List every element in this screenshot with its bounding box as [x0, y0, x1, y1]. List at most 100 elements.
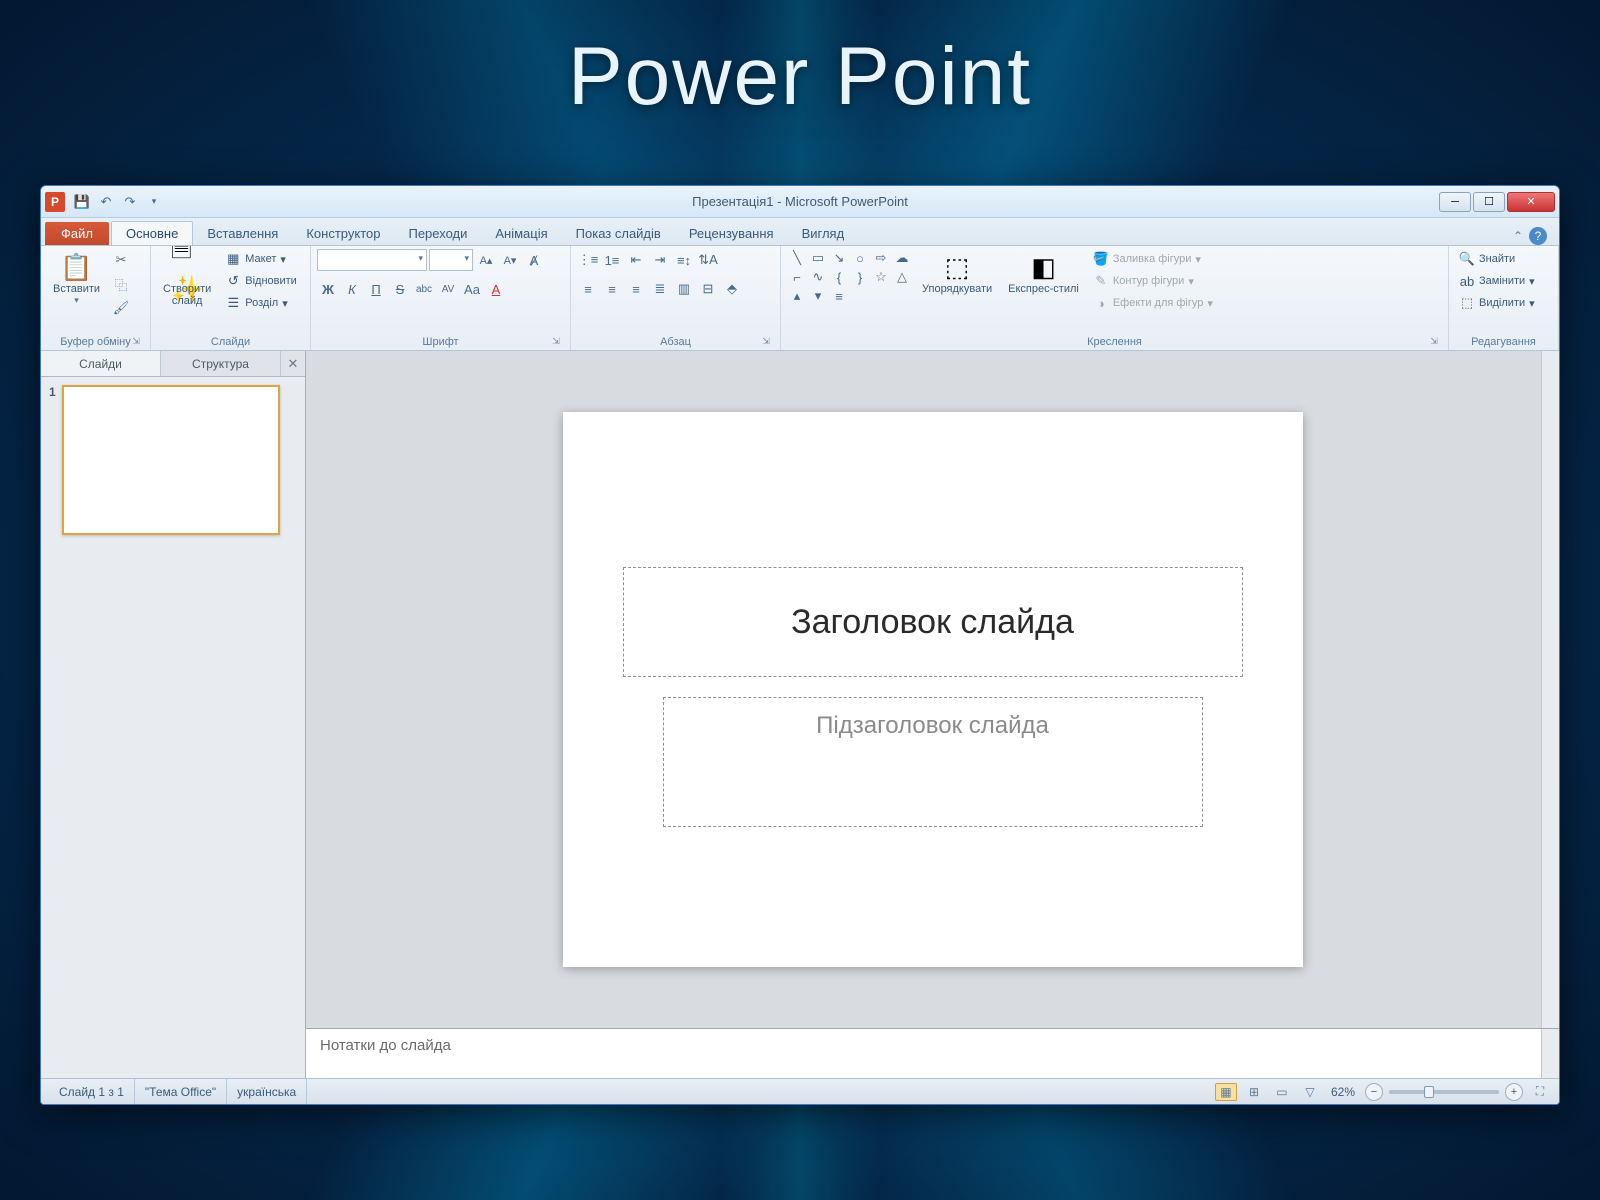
notes-scrollbar[interactable] — [1541, 1029, 1559, 1078]
app-icon[interactable]: P — [45, 192, 65, 212]
font-launcher-icon[interactable]: ⇲ — [550, 336, 562, 348]
font-size-combo[interactable] — [429, 249, 473, 271]
qat-customize-icon[interactable]: ▾ — [143, 191, 165, 213]
shape-brace-r-icon[interactable]: } — [850, 268, 870, 286]
section-button[interactable]: ☰Розділ ▾ — [221, 293, 301, 313]
close-button[interactable]: ✕ — [1507, 192, 1555, 212]
shadow-icon[interactable]: abc — [413, 278, 435, 300]
shape-outline-button[interactable]: ✎Контур фігури ▾ — [1089, 271, 1217, 291]
zoom-out-button[interactable]: − — [1365, 1083, 1383, 1101]
subtitle-placeholder[interactable]: Підзаголовок слайда — [663, 697, 1203, 827]
font-name-combo[interactable] — [317, 249, 427, 271]
view-reading-icon[interactable]: ▭ — [1271, 1083, 1293, 1101]
shape-triangle-icon[interactable]: △ — [892, 268, 912, 286]
shape-cloud-icon[interactable]: ☁ — [892, 249, 912, 267]
view-normal-icon[interactable]: ▦ — [1215, 1083, 1237, 1101]
shape-star-icon[interactable]: ☆ — [871, 268, 891, 286]
select-button[interactable]: ⬚Виділити ▾ — [1455, 293, 1539, 313]
new-slide-button[interactable]: 🗎✨ Створити слайд — [157, 249, 217, 309]
tab-animations[interactable]: Анімація — [481, 222, 561, 245]
title-placeholder[interactable]: Заголовок слайда — [623, 567, 1243, 677]
canvas-area[interactable]: Заголовок слайда Підзаголовок слайда — [306, 351, 1559, 1028]
char-spacing-icon[interactable]: AV — [437, 278, 459, 300]
tab-view[interactable]: Вигляд — [788, 222, 859, 245]
pane-close-icon[interactable]: ✕ — [281, 351, 305, 376]
replace-button[interactable]: abЗамінити ▾ — [1455, 271, 1539, 291]
underline-icon[interactable]: П — [365, 278, 387, 300]
shape-fill-button[interactable]: 🪣Заливка фігури ▾ — [1089, 249, 1217, 269]
minimize-ribbon-icon[interactable]: ⌃ — [1513, 229, 1523, 243]
zoom-slider[interactable] — [1389, 1090, 1499, 1094]
drawing-launcher-icon[interactable]: ⇲ — [1428, 336, 1440, 348]
line-spacing-icon[interactable]: ≡↕ — [673, 249, 695, 271]
shapes-gallery[interactable]: ╲ ▭ ↘ ○ ⇨ ☁ ⌐ ∿ { } ☆ △ ▴ ▾ ≡ — [787, 249, 912, 305]
shape-scroll-down-icon[interactable]: ▾ — [808, 287, 828, 305]
status-slide-count[interactable]: Слайд 1 з 1 — [49, 1079, 135, 1104]
undo-icon[interactable]: ↶ — [95, 191, 117, 213]
numbering-icon[interactable]: 1≡ — [601, 249, 623, 271]
shape-block-arrow-icon[interactable]: ⇨ — [871, 249, 891, 267]
paragraph-launcher-icon[interactable]: ⇲ — [760, 336, 772, 348]
columns-icon[interactable]: ▥ — [673, 278, 695, 300]
align-text-icon[interactable]: ⊟ — [697, 278, 719, 300]
pane-tab-outline[interactable]: Структура — [161, 351, 281, 376]
view-sorter-icon[interactable]: ⊞ — [1243, 1083, 1265, 1101]
bullets-icon[interactable]: ⋮≡ — [577, 249, 599, 271]
indent-inc-icon[interactable]: ⇥ — [649, 249, 671, 271]
italic-icon[interactable]: К — [341, 278, 363, 300]
status-theme[interactable]: "Тема Office" — [135, 1079, 227, 1104]
reset-button[interactable]: ↺Відновити — [221, 271, 301, 291]
redo-icon[interactable]: ↷ — [119, 191, 141, 213]
layout-button[interactable]: ▦Макет ▾ — [221, 249, 301, 269]
tab-file[interactable]: Файл — [45, 222, 109, 245]
help-icon[interactable]: ? — [1529, 227, 1547, 245]
tab-slideshow[interactable]: Показ слайдів — [562, 222, 675, 245]
cut-icon[interactable]: ✂ — [110, 249, 132, 271]
bold-icon[interactable]: Ж — [317, 278, 339, 300]
strike-icon[interactable]: S — [389, 278, 411, 300]
vertical-scrollbar[interactable] — [1541, 351, 1559, 1028]
maximize-button[interactable]: ☐ — [1473, 192, 1505, 212]
zoom-in-button[interactable]: + — [1505, 1083, 1523, 1101]
font-color-icon[interactable]: A — [485, 278, 507, 300]
zoom-slider-thumb[interactable] — [1424, 1086, 1434, 1098]
view-slideshow-icon[interactable]: ▽ — [1299, 1083, 1321, 1101]
align-center-icon[interactable]: ≡ — [601, 278, 623, 300]
tab-review[interactable]: Рецензування — [675, 222, 788, 245]
align-right-icon[interactable]: ≡ — [625, 278, 647, 300]
shape-rect-icon[interactable]: ▭ — [808, 249, 828, 267]
align-left-icon[interactable]: ≡ — [577, 278, 599, 300]
format-painter-icon[interactable]: 🖌 — [110, 297, 132, 319]
fit-window-icon[interactable]: ⛶ — [1529, 1083, 1551, 1101]
slide-thumbnail[interactable] — [62, 385, 280, 535]
status-language[interactable]: українська — [227, 1079, 307, 1104]
tab-design[interactable]: Конструктор — [292, 222, 394, 245]
clipboard-launcher-icon[interactable]: ⇲ — [130, 336, 142, 348]
slide-canvas[interactable]: Заголовок слайда Підзаголовок слайда — [563, 412, 1303, 967]
find-button[interactable]: 🔍Знайти — [1455, 249, 1539, 269]
change-case-icon[interactable]: Aa — [461, 278, 483, 300]
shape-arrow-icon[interactable]: ↘ — [829, 249, 849, 267]
zoom-percent[interactable]: 62% — [1331, 1085, 1355, 1099]
shape-effects-button[interactable]: ◑Ефекти для фігур ▾ — [1089, 293, 1217, 313]
shape-brace-l-icon[interactable]: { — [829, 268, 849, 286]
shape-connector-icon[interactable]: ⌐ — [787, 268, 807, 286]
shape-curve-icon[interactable]: ∿ — [808, 268, 828, 286]
clear-format-icon[interactable]: Ⱥ — [523, 249, 545, 271]
pane-tab-slides[interactable]: Слайди — [41, 351, 161, 376]
indent-dec-icon[interactable]: ⇤ — [625, 249, 647, 271]
shape-more-icon[interactable]: ≡ — [829, 287, 849, 305]
copy-icon[interactable]: ⿻ — [110, 273, 132, 295]
shape-oval-icon[interactable]: ○ — [850, 249, 870, 267]
paste-button[interactable]: 📋 Вставити ▾ — [47, 249, 106, 308]
text-direction-icon[interactable]: ⇅A — [697, 249, 719, 271]
shape-scroll-up-icon[interactable]: ▴ — [787, 287, 807, 305]
shrink-font-icon[interactable]: A▾ — [499, 249, 521, 271]
justify-icon[interactable]: ≣ — [649, 278, 671, 300]
quick-styles-button[interactable]: ◧ Експрес-стилі — [1002, 249, 1085, 297]
notes-pane[interactable]: Нотатки до слайда — [306, 1028, 1559, 1078]
smartart-icon[interactable]: ⬘ — [721, 278, 743, 300]
tab-transitions[interactable]: Переходи — [394, 222, 481, 245]
arrange-button[interactable]: ⬚ Упорядкувати — [916, 249, 998, 297]
shape-line-icon[interactable]: ╲ — [787, 249, 807, 267]
